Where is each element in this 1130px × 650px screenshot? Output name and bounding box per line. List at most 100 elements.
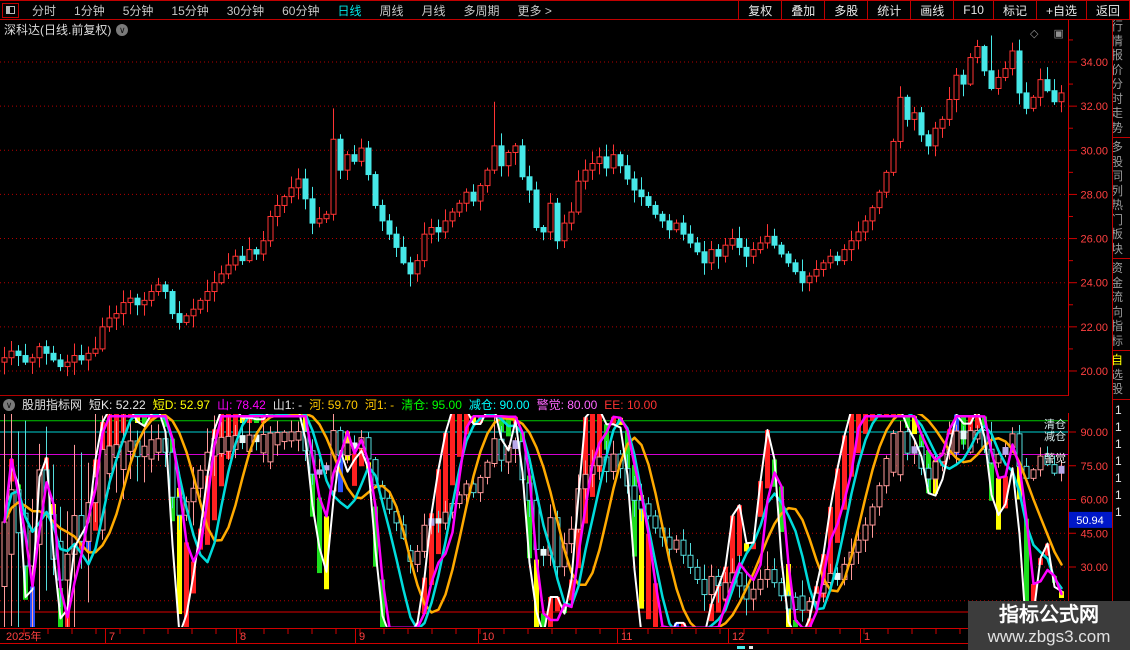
candle-body: [702, 252, 707, 263]
candle-body: [737, 239, 742, 248]
candle-body: [443, 221, 448, 232]
mini-candle-body: [443, 512, 448, 523]
indicator-value: 减仓: 90.00: [469, 396, 530, 413]
sidebar-glyph: 资: [1112, 261, 1130, 276]
candle-body: [744, 247, 749, 256]
indicator-value: 山1: -: [273, 396, 302, 413]
toolbar-item[interactable]: 5分钟: [114, 2, 163, 19]
sidebar-glyph: 走: [1112, 106, 1130, 121]
toolbar-item[interactable]: 周线: [370, 2, 412, 19]
mini-candle-body: [569, 529, 574, 543]
mini-candle-body: [2, 522, 7, 587]
candle-body: [1024, 93, 1029, 108]
toolbar-button[interactable]: 复权: [738, 1, 781, 19]
toolbar-button[interactable]: 标记: [993, 1, 1036, 19]
candle-body: [940, 119, 945, 128]
toolbar-item[interactable]: 1分钟: [65, 2, 114, 19]
candle-body: [44, 347, 49, 354]
mini-candle-body: [926, 468, 931, 479]
mini-candle-body: [898, 432, 903, 475]
candle-body: [898, 97, 903, 141]
mini-candle-body: [709, 576, 714, 594]
candle-body: [9, 351, 14, 358]
toolbar-item[interactable]: 多周期: [455, 2, 509, 19]
candle-body: [261, 241, 266, 254]
candle-body: [541, 228, 546, 232]
mini-candle-body: [513, 441, 518, 449]
toolbar-item[interactable]: 日线: [328, 2, 370, 19]
candle-body: [639, 190, 644, 197]
sidebar-glyph: 报: [1112, 48, 1130, 63]
toolbar-item[interactable]: 分时: [23, 2, 65, 19]
indicator-bar: [660, 626, 665, 650]
mini-candle-body: [415, 551, 420, 564]
chevron-down-icon[interactable]: ∨: [116, 24, 128, 36]
candle-body: [30, 358, 35, 362]
candle-body: [583, 170, 588, 181]
sidebar-glyph: 1: [1115, 402, 1127, 419]
toolbar-button[interactable]: 返回: [1086, 1, 1130, 19]
mini-candle-body: [282, 432, 287, 441]
candle-body: [142, 300, 147, 304]
candle-body: [184, 316, 189, 323]
candle-body: [16, 351, 21, 355]
candle-body: [912, 113, 917, 120]
candle-body: [765, 236, 770, 243]
mini-candle-body: [198, 470, 203, 488]
chart-corner-icons[interactable]: ◇ ▣: [1030, 27, 1070, 40]
candle-body: [317, 219, 322, 223]
candle-body: [1010, 51, 1015, 69]
right-sidebar-strip[interactable]: 行情报价分时走势多股同列热门板块资金流向指标自选股1111111: [1112, 19, 1130, 601]
toolbar-item[interactable]: 15分钟: [162, 2, 217, 19]
toolbar-button[interactable]: 叠加: [781, 1, 824, 19]
candle-body: [968, 58, 973, 84]
toolbar-button[interactable]: F10: [953, 1, 993, 19]
axis-label: 7: [109, 631, 115, 643]
mini-candle-body: [387, 498, 392, 509]
sidebar-glyph: 流: [1112, 290, 1130, 305]
candle-body: [212, 283, 217, 292]
candle-body: [366, 148, 371, 174]
candle-body: [807, 276, 812, 283]
indicator-value: 短D: 52.97: [153, 396, 210, 413]
candle-body: [821, 263, 826, 270]
candle-body: [884, 172, 889, 192]
candle-body: [961, 75, 966, 84]
candle-body: [828, 256, 833, 263]
toolbar-button[interactable]: 画线: [910, 1, 953, 19]
candle-body: [555, 203, 560, 241]
mini-candle-body: [681, 540, 686, 555]
chart-canvas[interactable]: 34.0032.0030.0028.0026.0024.0022.0020.00…: [0, 0, 1130, 650]
toolbar-button[interactable]: 多股: [824, 1, 867, 19]
toolbar-button[interactable]: +自选: [1036, 1, 1086, 19]
collapse-indicator-icon[interactable]: ∨: [3, 399, 15, 411]
candle-body: [996, 77, 1001, 88]
indicator-bar: [541, 613, 546, 650]
mini-candle-body: [492, 439, 497, 464]
axis-label: 45.00: [1080, 528, 1108, 540]
sidebar-glyph: 情: [1112, 34, 1130, 49]
toolbar-item[interactable]: 更多 >: [509, 2, 561, 19]
candle-body: [835, 256, 840, 260]
candle-body: [919, 113, 924, 135]
toolbar-button[interactable]: 统计: [867, 1, 910, 19]
candle-body: [100, 327, 105, 349]
indicator-source-label: 股朋指标网: [22, 396, 82, 413]
toolbar-item[interactable]: 30分钟: [218, 2, 273, 19]
candle-body: [450, 212, 455, 221]
candle-body: [1031, 97, 1036, 108]
toolbar-item[interactable]: 月线: [413, 2, 455, 19]
mini-candle-body: [877, 486, 882, 507]
window-pane-icon[interactable]: [2, 3, 19, 18]
candle-body: [870, 208, 875, 221]
mini-candle-body: [275, 433, 280, 445]
period-tabs: 分时1分钟5分钟15分钟30分钟60分钟日线周线月线多周期更多 >: [0, 1, 561, 19]
indicator-bar: [996, 478, 1001, 530]
candle-body: [233, 256, 238, 265]
candle-body: [667, 221, 672, 230]
toolbar-item[interactable]: 60分钟: [273, 2, 328, 19]
candle-body: [478, 186, 483, 201]
mini-candle-body: [933, 462, 938, 479]
mini-candle-body: [954, 431, 959, 452]
indicator-value: 山: 78.42: [217, 396, 266, 413]
